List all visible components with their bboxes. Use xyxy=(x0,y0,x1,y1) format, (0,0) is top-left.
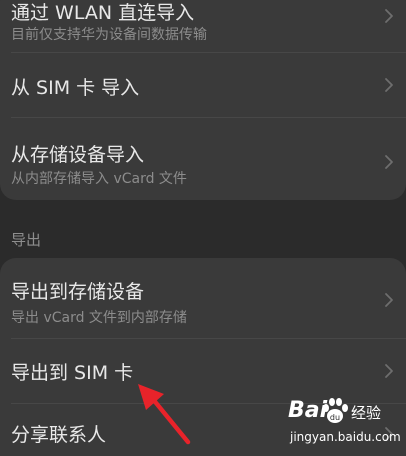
annotation-arrow-icon xyxy=(138,384,191,445)
chevron-right-icon xyxy=(385,364,393,378)
import-card: 通过 WLAN 直连导入 目前仅支持华为设备间数据传输 从 SIM 卡 导入 从… xyxy=(0,0,406,200)
baidu-jingyan-watermark: Bai du 经验 jingyan.baidu.com xyxy=(250,392,406,456)
watermark-url: jingyan.baidu.com xyxy=(290,430,401,444)
chevron-right-icon xyxy=(385,9,393,23)
chevron-right-icon xyxy=(385,155,393,169)
import-from-storage-item[interactable]: 从存储设备导入 从内部存储导入 vCard 文件 xyxy=(0,118,406,200)
item-title: 从存储设备导入 xyxy=(11,144,145,166)
svg-text:du: du xyxy=(330,413,340,422)
import-from-sim-item[interactable]: 从 SIM 卡 导入 xyxy=(0,53,406,117)
export-section-label: 导出 xyxy=(11,231,42,249)
item-title: 通过 WLAN 直连导入 xyxy=(11,2,195,24)
export-to-storage-item[interactable]: 导出到存储设备 导出 vCard 文件到内部存储 xyxy=(0,258,406,338)
contacts-import-export-screen: 通过 WLAN 直连导入 目前仅支持华为设备间数据传输 从 SIM 卡 导入 从… xyxy=(0,0,406,456)
watermark-brand-suffix: 经验 xyxy=(351,404,382,422)
item-subtitle: 目前仅支持华为设备间数据传输 xyxy=(11,27,207,43)
item-title: 导出到存储设备 xyxy=(11,281,145,303)
item-title: 从 SIM 卡 导入 xyxy=(11,77,140,99)
item-title: 导出到 SIM 卡 xyxy=(11,362,134,384)
item-title: 分享联系人 xyxy=(11,424,107,446)
import-wlan-direct-item[interactable]: 通过 WLAN 直连导入 目前仅支持华为设备间数据传输 xyxy=(0,0,406,52)
baidu-paw-icon: du xyxy=(323,398,348,423)
item-subtitle: 从内部存储导入 vCard 文件 xyxy=(11,171,187,187)
chevron-right-icon xyxy=(385,293,393,307)
item-subtitle: 导出 vCard 文件到内部存储 xyxy=(11,310,187,326)
chevron-right-icon xyxy=(385,78,393,92)
